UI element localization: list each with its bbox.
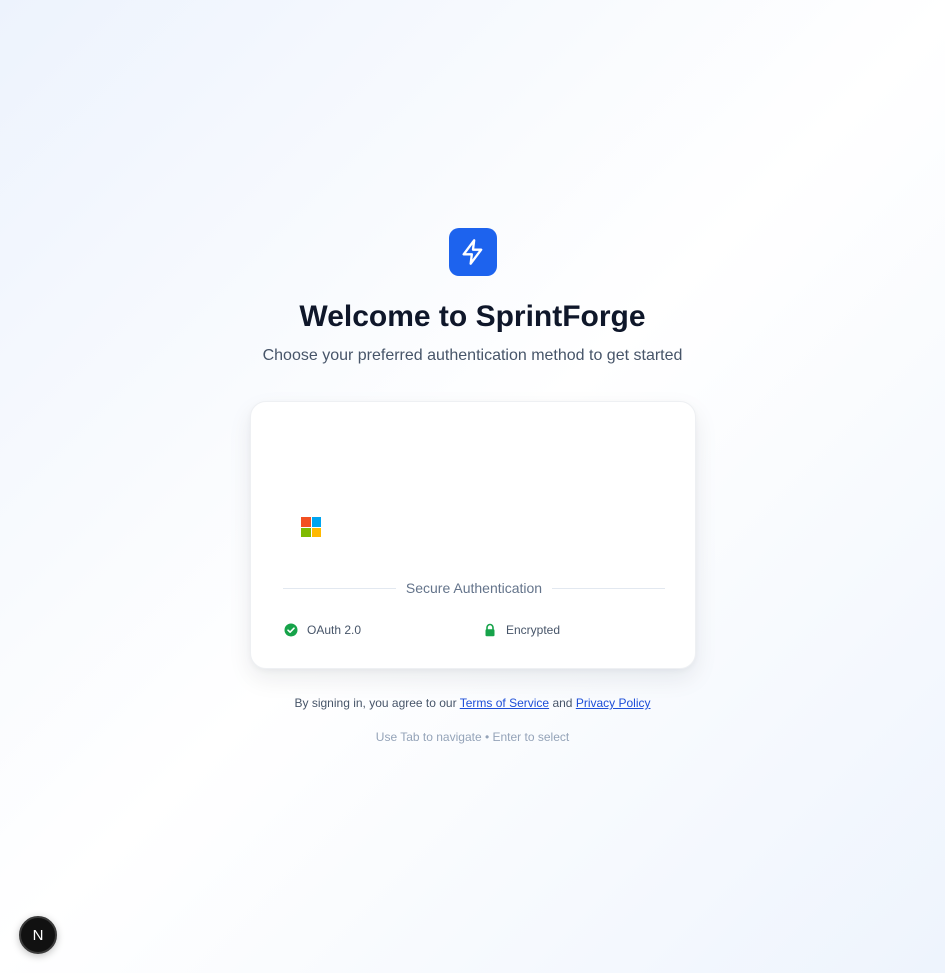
feature-encrypted: Encrypted	[483, 620, 560, 640]
keyboard-hint: Use Tab to navigate • Enter to select	[375, 730, 570, 744]
divider-line-right	[552, 587, 665, 589]
terms-of-service-link[interactable]: Terms of Service	[460, 696, 549, 710]
feature-oauth: OAuth 2.0	[284, 620, 361, 640]
app-logo	[449, 228, 497, 276]
legal-prefix: By signing in, you agree to our	[294, 696, 457, 710]
auth-card: Secure Authentication OAuth 2.0 Encrypte…	[250, 401, 696, 669]
feature-label: Encrypted	[506, 623, 561, 637]
lock-icon	[483, 623, 497, 637]
legal-conjunction: and	[552, 696, 573, 710]
feature-label: OAuth 2.0	[307, 623, 362, 637]
divider: Secure Authentication	[283, 577, 665, 599]
divider-line-left	[283, 587, 396, 589]
dev-badge-label: N	[33, 927, 44, 944]
lightning-bolt-icon	[462, 239, 483, 265]
microsoft-logo-icon	[301, 517, 321, 537]
legal-notice: By signing in, you agree to our Terms of…	[0, 695, 945, 711]
privacy-policy-link[interactable]: Privacy Policy	[576, 696, 651, 710]
page-title: Welcome to SprintForge	[299, 300, 646, 333]
microsoft-signin-button[interactable]	[283, 502, 665, 552]
nextjs-logo-icon: N	[33, 927, 44, 944]
divider-label: Secure Authentication	[405, 580, 543, 596]
check-circle-icon	[284, 623, 298, 637]
page-subtitle: Choose your preferred authentication met…	[262, 347, 683, 364]
nextjs-dev-badge[interactable]: N	[19, 916, 57, 954]
